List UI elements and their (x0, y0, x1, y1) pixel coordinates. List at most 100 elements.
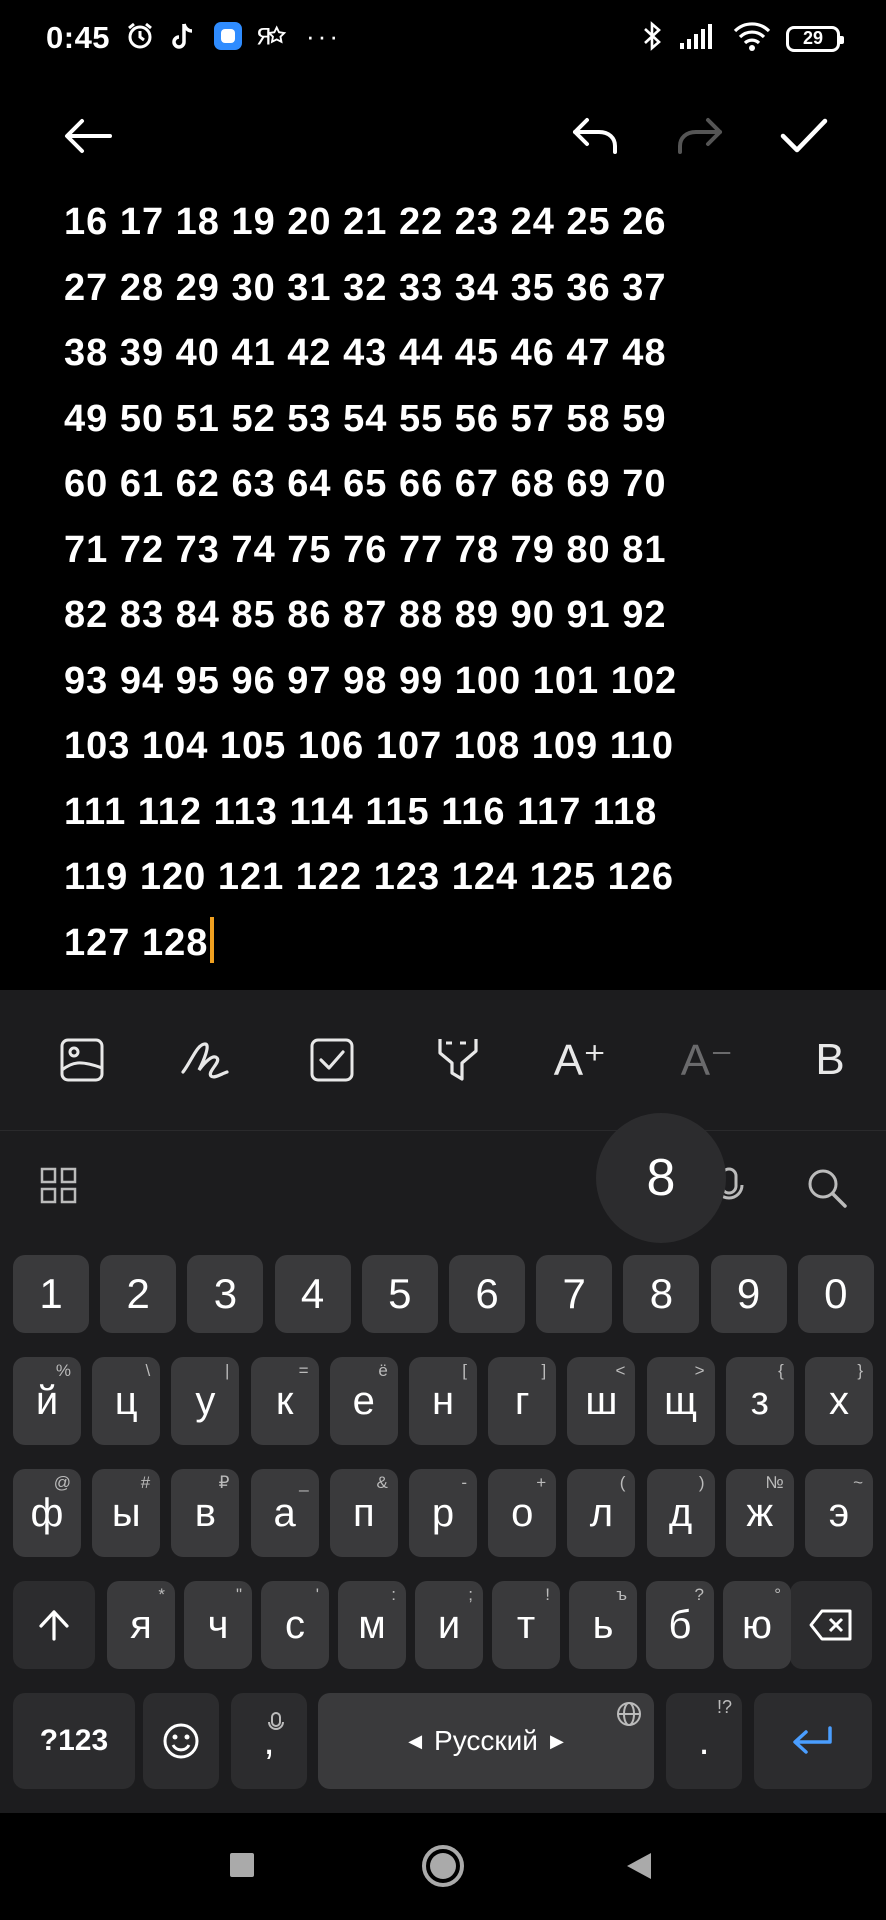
space-left-arrow-icon: ◀ (408, 1730, 423, 1751)
enter-key[interactable] (754, 1693, 872, 1789)
key-label: к (275, 1378, 294, 1423)
letter-key[interactable]: @ ф (13, 1469, 81, 1557)
comma-key[interactable]: , (231, 1693, 307, 1789)
key-label: б (668, 1602, 692, 1647)
decrease-font-button[interactable]: A⁻ (672, 1030, 742, 1090)
number-key[interactable]: 8 (623, 1255, 700, 1333)
letter-key[interactable]: ] г (488, 1357, 557, 1445)
backspace-key[interactable] (790, 1581, 872, 1669)
letter-key[interactable]: _ а (250, 1469, 319, 1557)
letter-key[interactable]: -р (409, 1469, 477, 1557)
letter-key[interactable]: ₽ в (171, 1469, 240, 1557)
text-line: 82 83 84 85 86 87 88 89 90 91 92 (64, 594, 667, 636)
recents-button[interactable] (228, 1851, 256, 1884)
letter-key[interactable]: ? б (646, 1581, 714, 1669)
keyboard-menu-button[interactable] (40, 1167, 78, 1210)
emoji-key[interactable] (143, 1693, 219, 1789)
svg-text:Я: Я (256, 24, 272, 50)
key-hint: # (140, 1473, 151, 1492)
number-key[interactable]: 9 (710, 1255, 787, 1333)
checkbox-icon (310, 1038, 354, 1082)
key-hint: ₽ (218, 1473, 230, 1492)
number-key[interactable]: 3 (187, 1255, 264, 1333)
key-label: ы (111, 1490, 141, 1535)
redo-button[interactable] (670, 106, 730, 166)
text-line: 38 39 40 41 42 43 44 45 46 47 48 (64, 332, 667, 374)
space-key[interactable]: ◀ Русский ▶ (318, 1693, 654, 1789)
letter-key[interactable]: # ы (92, 1469, 161, 1557)
highlighter-button[interactable] (422, 1030, 492, 1090)
letter-key[interactable]: ёе (329, 1357, 398, 1445)
letter-key[interactable]: } х (805, 1357, 873, 1445)
scribble-icon (181, 1042, 229, 1079)
key-label: 6 (475, 1270, 499, 1317)
home-button[interactable] (420, 1843, 466, 1894)
nav-back-button[interactable] (624, 1851, 654, 1886)
key-label: й (35, 1378, 59, 1423)
back-button[interactable] (58, 106, 118, 166)
letter-key[interactable]: ! т (492, 1581, 560, 1669)
letter-key[interactable]: " ч (184, 1581, 252, 1669)
letter-key[interactable]: = к (250, 1357, 319, 1445)
number-key[interactable]: 0 (797, 1255, 874, 1333)
shift-key[interactable] (13, 1581, 95, 1669)
letter-key[interactable]: > щ (646, 1357, 715, 1445)
done-button[interactable] (774, 106, 834, 166)
letter-key[interactable]: ° ю (723, 1581, 791, 1669)
letter-key[interactable]: :м (338, 1581, 406, 1669)
back-arrow-icon (65, 119, 112, 153)
letter-key[interactable]: % й (13, 1357, 81, 1445)
letter-key[interactable]: * я (107, 1581, 175, 1669)
letter-key[interactable]: ~ э (805, 1469, 873, 1557)
editor-toolbar (0, 96, 886, 176)
key-hint: _ (299, 1473, 309, 1492)
note-text-area[interactable]: 16 17 18 19 20 21 22 23 24 25 26 27 28 2… (64, 190, 824, 976)
handwriting-button[interactable] (172, 1030, 242, 1090)
letter-key[interactable]: | у (171, 1357, 240, 1445)
key-preview-label: 8 (646, 1149, 676, 1207)
checkmark-icon (780, 118, 828, 153)
key-label: ч (207, 1602, 229, 1647)
undo-button[interactable] (565, 106, 625, 166)
checklist-button[interactable] (297, 1030, 367, 1090)
number-key[interactable]: 2 (100, 1255, 177, 1333)
period-key[interactable]: !? . (666, 1693, 742, 1789)
letter-key[interactable]: + о (488, 1469, 557, 1557)
number-key[interactable]: 5 (361, 1255, 438, 1333)
text-line: 103 104 105 106 107 108 109 110 (64, 725, 675, 767)
backspace-icon (809, 1609, 852, 1641)
keyboard-search-button[interactable] (806, 1167, 848, 1214)
key-hint: ; (468, 1585, 473, 1604)
letter-key[interactable]: № ж (725, 1469, 794, 1557)
letter-key[interactable]: ) д (646, 1469, 715, 1557)
letter-key[interactable]: & п (329, 1469, 398, 1557)
key-label: о (511, 1490, 534, 1535)
key-label: я (130, 1602, 152, 1647)
letter-key[interactable]: (л (567, 1469, 636, 1557)
bold-button[interactable]: B (795, 1030, 865, 1090)
key-label: х (829, 1378, 849, 1423)
key-label: 2 (126, 1270, 150, 1317)
undo-icon (573, 118, 617, 154)
battery-level: 29 (802, 28, 824, 48)
letter-key[interactable]: \ ц (92, 1357, 161, 1445)
number-key[interactable]: 7 (536, 1255, 613, 1333)
symbols-key[interactable]: ?123 (13, 1693, 135, 1789)
text-line-last: 127 128 (64, 911, 824, 977)
key-label: с (285, 1602, 305, 1647)
status-time: 0:45 (46, 20, 111, 55)
insert-image-button[interactable] (47, 1030, 117, 1090)
letter-key[interactable]: < ш (567, 1357, 636, 1445)
number-key[interactable]: 4 (274, 1255, 351, 1333)
letter-key[interactable]: ; и (415, 1581, 483, 1669)
letter-key[interactable]: ' с (261, 1581, 329, 1669)
letter-key[interactable]: ъь (569, 1581, 637, 1669)
system-navigation-bar (0, 1813, 886, 1920)
letter-key[interactable]: {з (725, 1357, 794, 1445)
number-key[interactable]: 1 (13, 1255, 89, 1333)
increase-font-button[interactable]: A⁺ (545, 1030, 615, 1090)
triangle-back-icon (627, 1853, 651, 1879)
number-key[interactable]: 6 (449, 1255, 525, 1333)
key-label: ж (746, 1490, 774, 1535)
letter-key[interactable]: [н (409, 1357, 477, 1445)
